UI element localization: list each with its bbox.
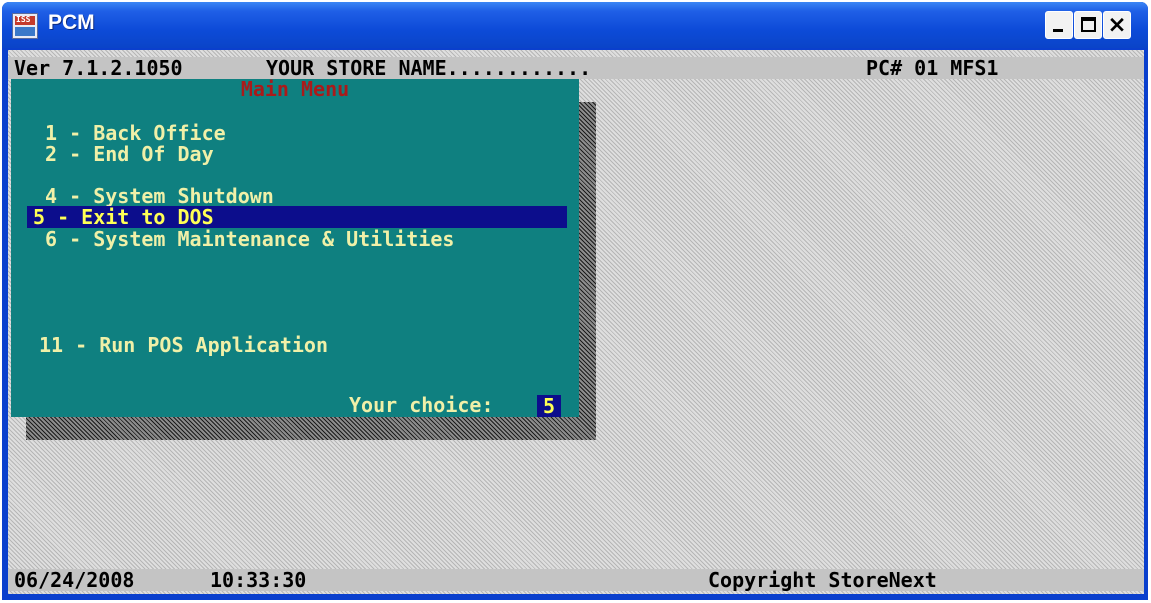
pcm-app-icon[interactable]: ISS bbox=[12, 13, 38, 39]
choice-label: Your choice: bbox=[349, 393, 494, 417]
copyright-label: Copyright StoreNext bbox=[708, 568, 937, 592]
close-icon: × bbox=[1107, 12, 1127, 38]
choice-input[interactable]: 5 bbox=[537, 395, 561, 417]
menu-item-label: 4 - System Shutdown bbox=[33, 184, 274, 208]
top-status-bar: Ver 7.1.2.1050 YOUR STORE NAME..........… bbox=[8, 57, 1144, 79]
store-name-label: YOUR STORE NAME............ bbox=[266, 56, 592, 80]
menu-item-label: 1 - Back Office bbox=[33, 121, 226, 145]
minimize-button[interactable] bbox=[1045, 11, 1073, 39]
maximize-button[interactable] bbox=[1074, 11, 1102, 39]
main-menu-panel: Main Menu 1 - Back Office 2 - End Of Day… bbox=[11, 79, 579, 417]
menu-item-label: 6 - System Maintenance & Utilities bbox=[33, 227, 455, 251]
menu-item-label: 5 - Exit to DOS bbox=[33, 205, 214, 229]
title-bar[interactable]: ISS PCM × bbox=[2, 2, 1148, 48]
version-label: Ver 7.1.2.1050 bbox=[14, 56, 183, 80]
menu-item-end-of-day[interactable]: 2 - End Of Day bbox=[11, 143, 214, 165]
menu-item-run-pos[interactable]: 11 - Run POS Application bbox=[17, 334, 328, 356]
menu-item-system-shutdown[interactable]: 4 - System Shutdown bbox=[11, 185, 274, 207]
minimize-icon bbox=[1053, 29, 1063, 32]
window-title: PCM bbox=[48, 11, 95, 34]
console-screen: Ver 7.1.2.1050 YOUR STORE NAME..........… bbox=[8, 50, 1144, 594]
date-label: 06/24/2008 bbox=[14, 568, 135, 592]
bottom-status-bar: 06/24/2008 10:33:30 Copyright StoreNext bbox=[8, 569, 1144, 591]
menu-item-exit-to-dos[interactable]: 5 - Exit to DOS bbox=[27, 206, 567, 228]
pcm-window: ISS PCM × Ver 7.1.2.1050 YOUR STORE NAME… bbox=[2, 2, 1148, 600]
close-button[interactable]: × bbox=[1103, 11, 1131, 39]
menu-title: Main Menu bbox=[240, 77, 350, 101]
menu-item-back-office[interactable]: 1 - Back Office bbox=[11, 122, 226, 144]
menu-item-label: 11 - Run POS Application bbox=[39, 333, 328, 357]
pc-id-label: PC# 01 MFS1 bbox=[866, 56, 999, 80]
maximize-icon bbox=[1081, 17, 1096, 32]
menu-item-system-maintenance[interactable]: 6 - System Maintenance & Utilities bbox=[11, 228, 454, 250]
time-label: 10:33:30 bbox=[210, 568, 307, 592]
menu-item-label: 2 - End Of Day bbox=[33, 142, 214, 166]
